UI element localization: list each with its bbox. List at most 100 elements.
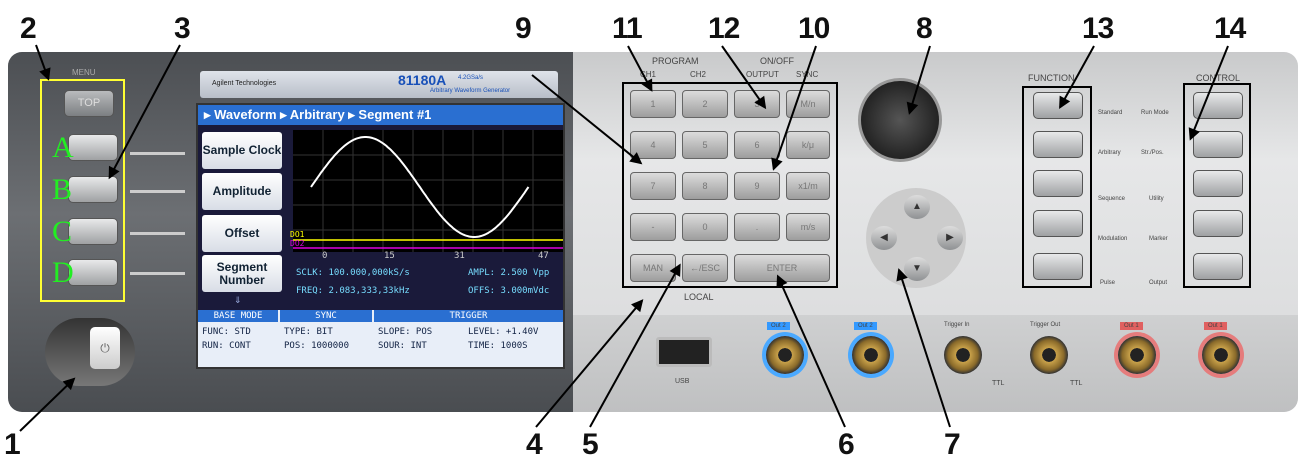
status-level: LEVEL: +1.40V [468, 327, 539, 337]
control-label-str-pos: Str./Pos. [1141, 150, 1164, 156]
softkey-c-button[interactable] [68, 218, 118, 245]
key-0[interactable]: 0 [682, 213, 728, 241]
function-label-pulse: Pulse [1100, 280, 1116, 286]
control-button-4[interactable] [1193, 210, 1243, 237]
arrow-right-button[interactable]: ▶ [937, 226, 963, 250]
key-5[interactable]: 5 [682, 131, 728, 159]
output-label: OUTPUT [746, 70, 779, 79]
x-tick: 0 [322, 251, 328, 261]
softkey-amplitude[interactable]: Amplitude [202, 173, 282, 210]
ampl-readout: AMPL: 2.500 Vpp [468, 268, 550, 278]
softkey-segment-number[interactable]: Segment Number [202, 255, 282, 292]
usb-port[interactable] [656, 337, 712, 367]
control-button-2[interactable] [1193, 131, 1243, 158]
x-tick: 47 [538, 251, 549, 261]
marker-do1-label: DO1 [290, 230, 305, 239]
function-button-4[interactable] [1033, 210, 1083, 237]
softkey-a-button[interactable] [68, 134, 118, 161]
screen-breadcrumb: ▸ Waveform ▸ Arbitrary ▸ Segment #1 [198, 105, 563, 125]
key-7[interactable]: 7 [630, 172, 676, 200]
brand-description: Arbitrary Waveform Generator [430, 88, 511, 94]
function-label-standard: Standard [1098, 110, 1123, 116]
key-2[interactable]: 2 [682, 90, 728, 118]
callout-13: 13 [1082, 12, 1114, 45]
status-header-base-mode: BASE MODE [198, 310, 278, 322]
softkey-d-button[interactable] [68, 259, 118, 286]
softkey-offset[interactable]: Offset [202, 215, 282, 252]
rotary-knob[interactable] [858, 78, 942, 162]
function-label-modulation: Modulation [1098, 236, 1128, 242]
scroll-down-icon: ⇓ [234, 295, 242, 305]
arrow-left-button[interactable]: ◀ [871, 226, 897, 250]
softkey-line [130, 232, 185, 235]
connector-label-out2a: Out 2 [767, 322, 790, 330]
control-label-run-mode: Run Mode [1141, 110, 1169, 116]
function-button-3[interactable] [1033, 170, 1083, 197]
softkey-sample-clock[interactable]: Sample Clock [202, 132, 282, 169]
status-pos: POS: 1000000 [284, 341, 350, 351]
control-button-3[interactable] [1193, 170, 1243, 197]
marker-do2-label: DO2 [290, 239, 305, 248]
brand-model: 81180A [398, 72, 447, 88]
key-unit-m-s[interactable]: m/s [786, 213, 830, 241]
key-1[interactable]: 1 [630, 90, 676, 118]
callout-11: 11 [612, 12, 643, 45]
bnc-connector[interactable] [1118, 336, 1156, 374]
bnc-connector[interactable] [944, 336, 982, 374]
status-slope: SLOPE: POS [378, 327, 433, 337]
callout-3: 3 [174, 12, 191, 45]
connector-label-trigger-out: Trigger Out [1030, 322, 1061, 328]
control-title: CONTROL [1196, 73, 1241, 83]
x-tick: 31 [454, 251, 465, 261]
brand-vendor: Agilent Technologies [212, 80, 277, 87]
key-decimal[interactable]: . [734, 213, 780, 241]
local-label: LOCAL [684, 292, 714, 302]
bnc-connector[interactable] [852, 336, 890, 374]
esc-button[interactable]: ←/ESC [682, 254, 728, 282]
callout-8: 8 [916, 12, 933, 45]
softkey-letter-d: D [52, 256, 74, 289]
usb-label: USB [675, 378, 690, 385]
man-button[interactable]: MAN [630, 254, 676, 282]
ttl-label: TTL [1070, 380, 1083, 387]
callout-4: 4 [526, 428, 543, 461]
connector-label-out2b: Out 2 [854, 322, 877, 330]
ch2-label: CH2 [690, 70, 707, 79]
function-title: FUNCTION [1028, 73, 1075, 83]
connector-label-trigger-in: Trigger In [944, 322, 970, 328]
connector-label-out1b: Out 1 [1204, 322, 1227, 330]
softkey-letter-c: C [52, 215, 73, 248]
program-label: PROGRAM [652, 56, 699, 66]
status-time: TIME: 1000S [468, 341, 528, 351]
menu-title: MENU [72, 68, 96, 77]
key-6[interactable]: 6 [734, 131, 780, 159]
key-unit-k-u[interactable]: k/μ [786, 131, 830, 159]
callout-2: 2 [20, 12, 37, 45]
key-unit-x1-m[interactable]: x1/m [786, 172, 830, 200]
softkey-letter-b: B [52, 173, 73, 206]
power-button[interactable]: ⏻ [90, 327, 120, 369]
function-button-2[interactable] [1033, 131, 1083, 158]
callout-14: 14 [1214, 12, 1246, 45]
key-8[interactable]: 8 [682, 172, 728, 200]
function-label-sequence: Sequence [1098, 196, 1126, 202]
softkey-letter-a: A [52, 131, 74, 164]
bnc-connector[interactable] [1202, 336, 1240, 374]
bnc-connector[interactable] [766, 336, 804, 374]
bnc-connector[interactable] [1030, 336, 1068, 374]
status-header-trigger: TRIGGER [374, 310, 563, 322]
onoff-label: ON/OFF [760, 56, 794, 66]
key-9[interactable]: 9 [734, 172, 780, 200]
callout-5: 5 [582, 428, 599, 461]
top-button[interactable]: TOP [64, 90, 114, 117]
callout-9: 9 [515, 12, 532, 45]
status-type: TYPE: BIT [284, 327, 333, 337]
arrow-up-button[interactable]: ▲ [904, 195, 930, 219]
control-button-5[interactable] [1193, 253, 1243, 280]
key-minus[interactable]: - [630, 213, 676, 241]
connector-label-out1a: Out 1 [1120, 322, 1143, 330]
function-button-5[interactable] [1033, 253, 1083, 280]
offs-readout: OFFS: 3.000mVdc [468, 286, 550, 296]
brand-model-sub: 4.2GSa/s [458, 75, 484, 81]
softkey-line [130, 272, 185, 275]
